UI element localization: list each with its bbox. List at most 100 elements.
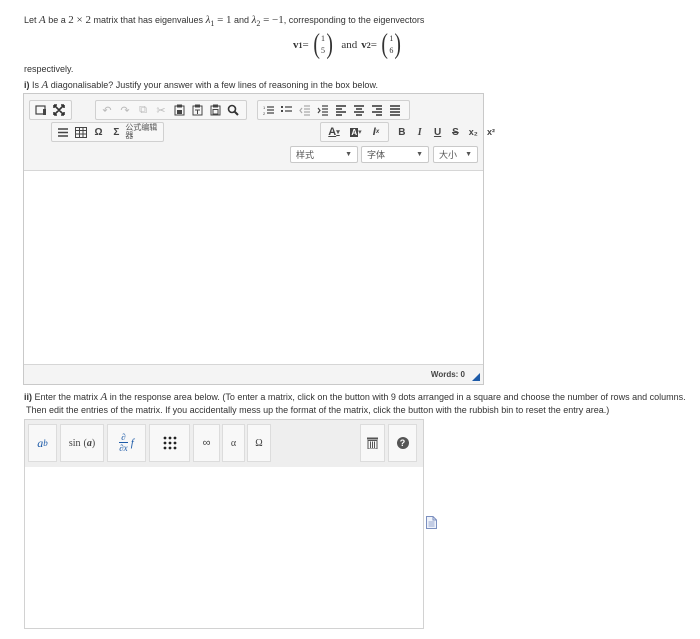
eigenvalue-2: = −1	[260, 14, 284, 26]
find-icon[interactable]	[224, 102, 242, 118]
eigenvectors-display: v1 = ( 1 5 ) and v2 = ( 1 6 )	[293, 30, 406, 60]
reset-button[interactable]	[360, 424, 385, 462]
paste-word-icon[interactable]	[206, 102, 224, 118]
word-count: Words: 0	[430, 370, 465, 379]
math-input-editor: ab sin(a) ∂ ∂x f ∞ α Ω ?	[24, 419, 424, 629]
toolbar-group-paragraph: 12	[257, 100, 410, 120]
omega-button[interactable]: Ω	[247, 424, 271, 462]
intro-text: Let A be a 2 × 2 matrix that has eigenva…	[24, 14, 424, 28]
chevron-down-icon: ▼	[345, 151, 352, 158]
bg-color-button[interactable]: A ▾	[345, 124, 367, 140]
v2-top-entry: 1	[389, 34, 394, 43]
vector-column: 1 6	[389, 33, 393, 57]
font-color-button[interactable]: A ▾	[323, 124, 345, 140]
matrix-dimensions: 2 × 2	[68, 14, 91, 26]
align-right-icon[interactable]	[368, 102, 386, 118]
paste-text-icon[interactable]	[188, 102, 206, 118]
italic-button[interactable]: I	[411, 124, 429, 140]
left-paren: (	[313, 29, 320, 60]
strike-button[interactable]: S	[446, 124, 464, 140]
alpha-button[interactable]: α	[222, 424, 245, 462]
trash-icon	[367, 437, 378, 449]
help-button[interactable]: ?	[388, 424, 417, 462]
editor-toolbar: ↶ ↷ ⧉ ✂ 12 Ω Σ 公式编辑器 A ▾ A ▾ I x B I U S…	[24, 94, 495, 171]
undo-icon[interactable]: ↶	[98, 102, 116, 118]
justify-icon[interactable]	[386, 102, 404, 118]
redo-icon[interactable]: ↷	[116, 102, 134, 118]
numbered-list-icon[interactable]: 12	[260, 102, 278, 118]
resize-handle[interactable]	[472, 373, 480, 381]
subscript-button[interactable]: x₂	[464, 124, 482, 140]
copy-icon[interactable]: ⧉	[134, 102, 152, 118]
question-2-text-line2: Then edit the entries of the matrix. If …	[26, 405, 610, 415]
source-icon[interactable]	[32, 102, 50, 118]
remove-format-icon[interactable]: Ix	[367, 124, 385, 140]
editor-content-area[interactable]	[24, 171, 483, 364]
align-center-icon[interactable]	[350, 102, 368, 118]
font-select[interactable]: 字体 ▼	[361, 146, 429, 163]
equals-sign: =	[370, 39, 377, 51]
underline-button[interactable]: U	[429, 124, 447, 140]
special-char-icon[interactable]: Ω	[90, 124, 108, 140]
question-1-text: Is	[29, 80, 42, 90]
partial-bottom: ∂x	[119, 442, 128, 453]
partial-function: f	[130, 437, 134, 449]
power-button[interactable]: ab	[28, 424, 57, 462]
chevron-down-icon: ▾	[358, 129, 362, 136]
math-toolbar: ab sin(a) ∂ ∂x f ∞ α Ω ?	[25, 420, 423, 467]
toolbar-group-colors: A ▾ A ▾ Ix	[320, 122, 389, 142]
nine-dots-icon	[163, 436, 176, 450]
right-paren: )	[326, 29, 333, 60]
eigenvector-2: ( 1 6 )	[380, 31, 403, 59]
partial-top: ∂	[121, 432, 126, 442]
styles-select[interactable]: 样式 ▼	[290, 146, 358, 163]
outdent-icon[interactable]	[296, 102, 314, 118]
power-exponent: b	[43, 438, 48, 448]
intro-text-part: Let	[24, 15, 40, 25]
eigenvector-1: ( 1 5 )	[312, 31, 335, 59]
question-1-text: diagonalisable? Justify your answer with…	[48, 80, 378, 90]
respectively-text: respectively.	[24, 64, 74, 74]
align-left-icon[interactable]	[332, 102, 350, 118]
intro-text-part: matrix that has eigenvalues	[91, 15, 206, 25]
bulleted-list-icon[interactable]	[278, 102, 296, 118]
table-icon[interactable]	[72, 124, 90, 140]
v2-bottom-entry: 6	[389, 46, 394, 55]
question-2: ii) Enter the matrix A in the response a…	[24, 391, 700, 417]
size-select[interactable]: 大小 ▼	[433, 146, 478, 163]
derivative-button[interactable]: ∂ ∂x f	[107, 424, 146, 462]
paste-icon[interactable]	[170, 102, 188, 118]
indent-icon[interactable]	[314, 102, 332, 118]
matrix-symbol: A	[39, 14, 46, 26]
question-2-text: Enter the matrix	[32, 392, 101, 402]
size-select-label: 大小	[439, 150, 458, 160]
question-2-text: in the response area below. (To enter a …	[107, 392, 686, 402]
eigenvalue-1: = 1	[214, 14, 232, 26]
sum-icon[interactable]: Σ	[107, 124, 125, 140]
sin-button[interactable]: sin(a)	[60, 424, 104, 462]
editor-status-bar: Words: 0	[24, 364, 483, 384]
intro-text-part: and	[231, 15, 252, 25]
partial-fraction: ∂ ∂x	[119, 432, 128, 453]
chevron-down-icon: ▾	[336, 129, 340, 136]
right-paren: )	[394, 29, 402, 60]
cut-icon[interactable]: ✂	[152, 102, 170, 118]
formula-icon[interactable]: 公式编辑器	[125, 124, 161, 140]
intro-text-part: be a	[45, 15, 69, 25]
maximize-icon[interactable]	[50, 102, 68, 118]
superscript-button[interactable]: x²	[482, 124, 500, 140]
math-entry-area[interactable]	[25, 468, 423, 628]
question-2-label: ii)	[24, 392, 32, 402]
rich-text-editor: ↶ ↷ ⧉ ✂ 12 Ω Σ 公式编辑器 A ▾ A ▾ I x B I U S…	[23, 93, 495, 385]
infinity-button[interactable]: ∞	[193, 424, 220, 462]
question-1: i) Is A diagonalisable? Justify your ans…	[24, 79, 378, 91]
toolbar-group-document	[29, 100, 72, 120]
bold-button[interactable]: B	[393, 124, 411, 140]
equals-sign: =	[302, 39, 309, 51]
svg-text:2: 2	[263, 111, 266, 116]
matrix-button[interactable]	[149, 424, 190, 462]
file-icon[interactable]	[426, 516, 437, 531]
horizontal-line-icon[interactable]	[54, 124, 72, 140]
and-text: and	[341, 39, 358, 51]
toolbar-group-basic-styles: B I U S x₂ x²	[391, 122, 502, 142]
